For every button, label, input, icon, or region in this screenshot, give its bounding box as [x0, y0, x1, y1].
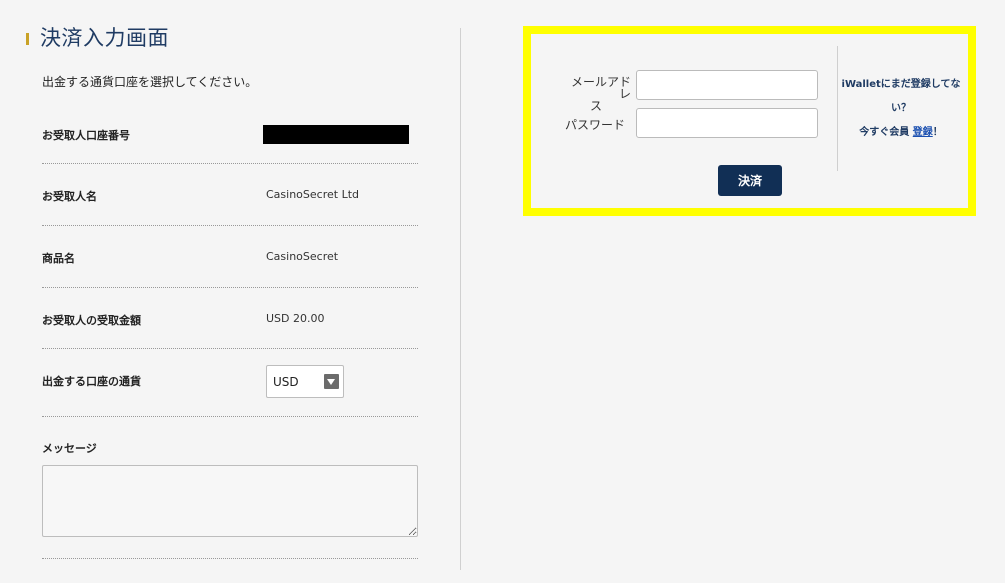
bottom-divider — [42, 558, 418, 559]
message-textarea[interactable] — [42, 465, 418, 537]
amount-row: お受取人の受取金額 USD 20.00 — [42, 287, 418, 349]
account-number-redacted — [263, 125, 409, 144]
email-input[interactable] — [636, 70, 818, 100]
login-panel: メールアドレ ス パスワード 決済 iWalletにまだ登録してな い？ 今すぐ… — [523, 26, 976, 216]
currency-select[interactable]: USD — [266, 365, 344, 398]
currency-select-value: USD — [273, 375, 299, 389]
amount-label: お受取人の受取金額 — [42, 314, 141, 327]
email-label-line1: メールアドレ — [570, 75, 631, 101]
register-link[interactable]: 登録 — [913, 127, 933, 138]
email-label-line2: ス — [589, 99, 602, 113]
recipient-name-row: お受取人名 CasinoSecret Ltd — [42, 163, 418, 226]
register-prompt-line2: い？ — [891, 103, 911, 114]
register-cta: 今すぐ会員 登録！ — [841, 123, 961, 138]
instruction-text: 出金する通貨口座を選択してください。 — [42, 75, 258, 89]
submit-payment-button[interactable]: 決済 — [718, 165, 782, 196]
recipient-name-value: CasinoSecret Ltd — [266, 188, 359, 201]
product-value: CasinoSecret — [266, 250, 339, 263]
register-suffix: ！ — [932, 127, 943, 138]
recipient-name-label: お受取人名 — [42, 190, 97, 203]
account-number-label: お受取人口座番号 — [42, 129, 130, 142]
password-input[interactable] — [636, 108, 818, 138]
register-prefix: 今すぐ会員 — [859, 127, 910, 138]
page-title: 決済入力画面 — [40, 26, 169, 50]
chevron-down-icon — [324, 374, 339, 389]
product-row: 商品名 CasinoSecret — [42, 225, 418, 288]
register-prompt-line1: iWalletにまだ登録してな — [841, 79, 961, 90]
panel-separator — [837, 46, 838, 171]
payment-page: 決済入力画面 出金する通貨口座を選択してください。 お受取人口座番号 お受取人名… — [0, 0, 1005, 583]
amount-value: USD 20.00 — [266, 312, 325, 325]
column-divider — [460, 28, 461, 570]
email-label: メールアドレ ス — [561, 76, 631, 112]
message-label: メッセージ — [42, 442, 97, 455]
title-accent-bar — [26, 33, 29, 45]
product-label: 商品名 — [42, 252, 75, 265]
currency-label: 出金する口座の通貨 — [42, 375, 141, 388]
currency-row: 出金する口座の通貨 — [42, 348, 418, 417]
password-label: パスワード — [564, 118, 625, 132]
